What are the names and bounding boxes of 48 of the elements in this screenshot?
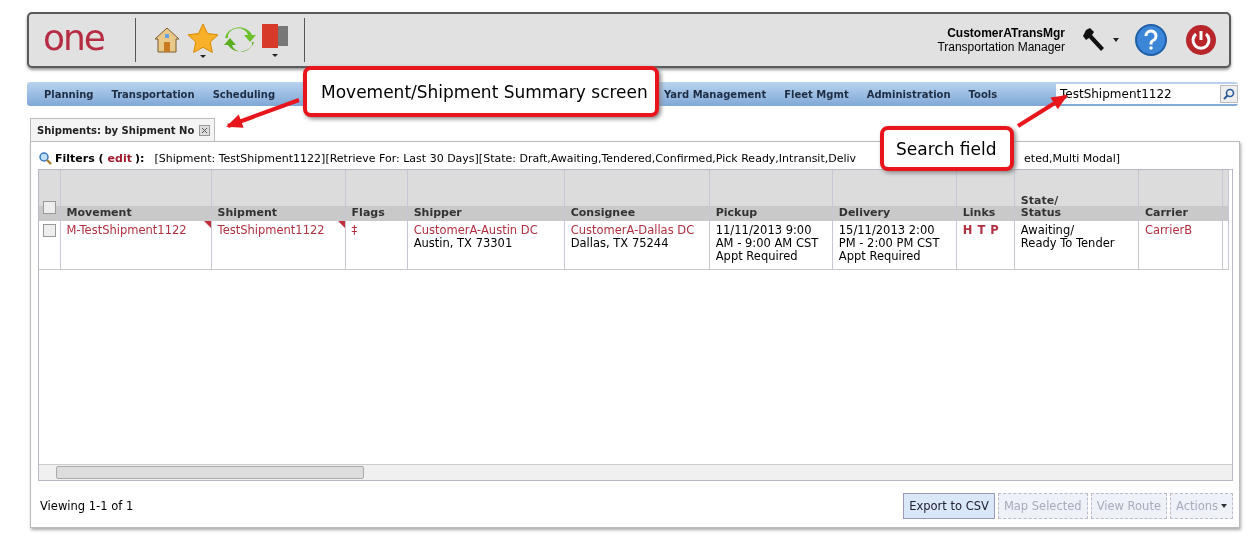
filter-text: eted,Multi Modal]: [1024, 151, 1121, 165]
toolbar-button[interactable]: Export to CSV: [903, 493, 995, 519]
delivery-text: Appt Required: [838, 250, 922, 264]
status-text: Ready To Tender: [1020, 237, 1116, 251]
filters-label: Filters (: [55, 151, 104, 165]
shipment-link[interactable]: TestShipment1122: [217, 223, 325, 237]
tab[interactable]: Shipments: by Shipment No: [30, 118, 216, 141]
user-name: CustomerATransMgr: [946, 26, 1065, 40]
pickup-text: 11/11/2013 9:00 AM - 9:00 AM CST: [715, 224, 820, 251]
shipper-link[interactable]: CustomerA-Austin DC: [413, 223, 538, 237]
callout: Movement/Shipment Summary screen: [303, 66, 659, 117]
consignee-address: Dallas, TX 75244: [570, 237, 670, 251]
menu-item[interactable]: Tools: [968, 88, 998, 100]
movement-link[interactable]: M-TestShipment1122: [66, 223, 187, 237]
link[interactable]: H: [962, 223, 973, 237]
link[interactable]: T: [977, 223, 986, 237]
status-text: Awaiting/: [1020, 224, 1076, 238]
column-header[interactable]: Links: [956, 170, 1015, 221]
menu-item[interactable]: Fleet Mgmt: [784, 88, 849, 100]
column-header[interactable]: Pickup: [709, 170, 833, 221]
filter-text: [Shipment: TestShipment1122][Retrieve For: Last 30 Days][State: Draft,Awaiting,Tendered,Confirmed,Pick Ready,Intransit,Deliv: [154, 151, 857, 165]
column-header[interactable]: Carrier: [1138, 170, 1223, 221]
logo: one: [43, 20, 105, 60]
menu-item[interactable]: Administration: [866, 88, 951, 100]
column-header[interactable]: Shipper: [407, 170, 565, 221]
column-header[interactable]: Shipment: [211, 170, 346, 221]
flag-link[interactable]: ‡: [351, 223, 358, 237]
search-field[interactable]: TestShipment1122: [1056, 84, 1238, 104]
column-header[interactable]: State/ Status: [1014, 170, 1139, 221]
menu-item[interactable]: Scheduling: [212, 88, 276, 100]
column-header[interactable]: Delivery: [832, 170, 957, 221]
user-role: Transportation Manager: [937, 40, 1065, 54]
filters-label: ):: [135, 151, 145, 165]
callout: Search field: [880, 126, 1014, 171]
column-header[interactable]: Flags: [345, 170, 408, 221]
carrier-link[interactable]: CarrierB: [1144, 223, 1193, 237]
consignee-link[interactable]: CustomerA-Dallas DC: [570, 223, 695, 237]
column-header[interactable]: Consignee: [564, 170, 710, 221]
link[interactable]: P: [990, 223, 999, 237]
pickup-text: Appt Required: [715, 250, 799, 264]
menu-item[interactable]: Transportation: [111, 88, 195, 100]
shipper-address: Austin, TX 73301: [413, 237, 514, 251]
menu-item[interactable]: Yard Management: [664, 88, 767, 100]
menu-item[interactable]: Planning: [44, 88, 94, 100]
edit-link[interactable]: edit: [107, 151, 132, 165]
delivery-text: 15/11/2013 2:00 PM - 2:00 PM CST: [838, 224, 941, 251]
column-header[interactable]: Movement: [60, 170, 212, 221]
viewing-count: Viewing 1-1 of 1: [40, 499, 134, 513]
